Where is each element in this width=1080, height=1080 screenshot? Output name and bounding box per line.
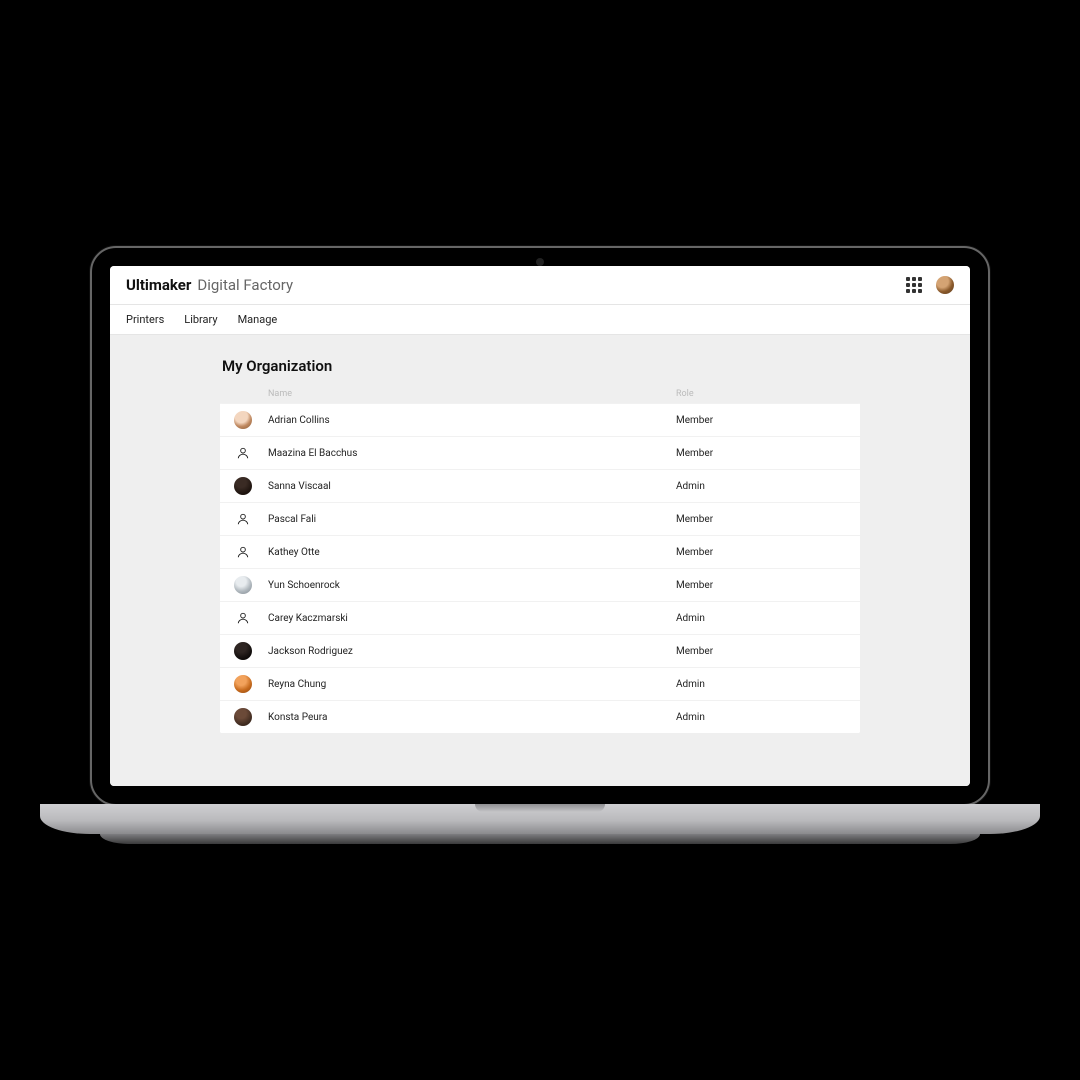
column-header-role: Role (676, 389, 846, 399)
member-name: Reyna Chung (268, 679, 676, 690)
app-viewport: Ultimaker Digital Factory Printers Libra… (110, 266, 970, 786)
member-name: Yun Schoenrock (268, 580, 676, 591)
table-row[interactable]: Reyna ChungAdmin (220, 667, 860, 700)
member-role: Member (676, 646, 846, 657)
user-avatar-icon (234, 477, 252, 495)
nav-item-printers[interactable]: Printers (126, 313, 164, 326)
member-name: Pascal Fali (268, 514, 676, 525)
table-row[interactable]: Sanna ViscaalAdmin (220, 469, 860, 502)
column-header-name: Name (268, 389, 676, 399)
apps-grid-icon[interactable] (906, 277, 922, 293)
laptop-mockup: Ultimaker Digital Factory Printers Libra… (90, 246, 990, 834)
table-row[interactable]: Konsta PeuraAdmin (220, 700, 860, 733)
user-avatar-icon (234, 675, 252, 693)
default-avatar-icon (234, 444, 252, 462)
primary-nav: Printers Library Manage (110, 305, 970, 335)
member-role: Member (676, 547, 846, 558)
table-row[interactable]: Yun SchoenrockMember (220, 568, 860, 601)
nav-item-library[interactable]: Library (184, 313, 217, 326)
user-avatar-icon (234, 642, 252, 660)
default-avatar-icon (234, 609, 252, 627)
member-role: Admin (676, 679, 846, 690)
member-role: Admin (676, 613, 846, 624)
table-row[interactable]: Pascal FaliMember (220, 502, 860, 535)
user-avatar-menu[interactable] (936, 276, 954, 294)
brand-logo[interactable]: Ultimaker Digital Factory (126, 276, 293, 294)
organization-panel: My Organization Name Role Adrian Collins… (220, 357, 860, 733)
table-row[interactable]: Jackson RodriguezMember (220, 634, 860, 667)
table-row[interactable]: Adrian CollinsMember (220, 403, 860, 436)
member-role: Member (676, 448, 846, 459)
brand-strong: Ultimaker (126, 276, 191, 294)
member-name: Carey Kaczmarski (268, 613, 676, 624)
member-name: Adrian Collins (268, 415, 676, 426)
member-role: Member (676, 514, 846, 525)
laptop-base (40, 804, 1040, 834)
table-row[interactable]: Carey KaczmarskiAdmin (220, 601, 860, 634)
content-area: My Organization Name Role Adrian Collins… (110, 335, 970, 786)
laptop-feet (100, 834, 980, 844)
member-role: Admin (676, 712, 846, 723)
member-role: Member (676, 415, 846, 426)
member-name: Sanna Viscaal (268, 481, 676, 492)
user-avatar-icon (234, 576, 252, 594)
laptop-lid: Ultimaker Digital Factory Printers Libra… (90, 246, 990, 806)
member-role: Member (676, 580, 846, 591)
user-avatar-icon (234, 708, 252, 726)
camera-dot (536, 258, 544, 266)
header-actions (906, 276, 954, 294)
nav-item-manage[interactable]: Manage (238, 313, 278, 326)
laptop-hinge-notch (475, 804, 605, 812)
table-row[interactable]: Maazina El BacchusMember (220, 436, 860, 469)
member-name: Kathey Otte (268, 547, 676, 558)
members-table: Adrian CollinsMemberMaazina El BacchusMe… (220, 403, 860, 733)
user-avatar-icon (234, 411, 252, 429)
app-header: Ultimaker Digital Factory (110, 266, 970, 305)
default-avatar-icon (234, 543, 252, 561)
table-row[interactable]: Kathey OtteMember (220, 535, 860, 568)
members-table-header: Name Role (220, 383, 860, 403)
member-name: Maazina El Bacchus (268, 448, 676, 459)
default-avatar-icon (234, 510, 252, 528)
member-role: Admin (676, 481, 846, 492)
brand-light: Digital Factory (197, 276, 293, 294)
page-title: My Organization (220, 357, 860, 375)
member-name: Konsta Peura (268, 712, 676, 723)
member-name: Jackson Rodriguez (268, 646, 676, 657)
